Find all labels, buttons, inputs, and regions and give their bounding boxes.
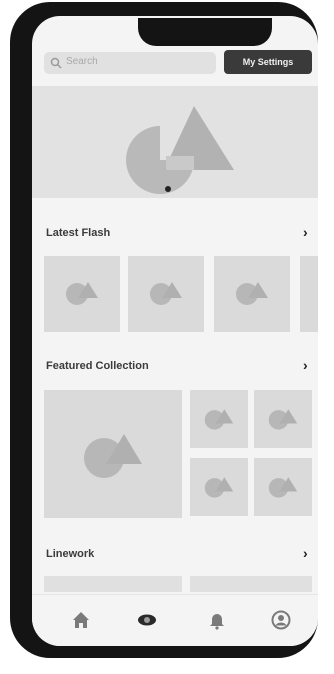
image-placeholder-icon xyxy=(126,106,234,194)
flash-tile-1[interactable] xyxy=(44,256,120,332)
my-settings-button[interactable]: My Settings xyxy=(224,50,312,74)
image-placeholder-icon xyxy=(268,409,298,430)
hero-banner[interactable] xyxy=(32,86,318,198)
image-placeholder-icon xyxy=(204,409,234,430)
home-icon[interactable] xyxy=(70,609,92,631)
featured-tile-small-2[interactable] xyxy=(254,390,312,448)
flash-tile-3[interactable] xyxy=(214,256,290,332)
featured-tile-small-4[interactable] xyxy=(254,458,312,516)
featured-tile-large[interactable] xyxy=(44,390,182,518)
linework-tile-2[interactable] xyxy=(190,576,312,592)
flash-tile-4[interactable] xyxy=(300,256,318,332)
section-title-featured-collection: Featured Collection xyxy=(46,360,149,372)
image-placeholder-icon xyxy=(84,434,142,478)
image-placeholder-icon xyxy=(150,282,182,305)
phone-notch xyxy=(138,18,272,46)
image-placeholder-icon xyxy=(66,282,98,305)
featured-collection-chevron-icon[interactable]: › xyxy=(303,357,308,373)
linework-tile-1[interactable] xyxy=(44,576,182,592)
profile-icon[interactable] xyxy=(270,609,292,631)
flash-tile-2[interactable] xyxy=(128,256,204,332)
app-screen: Search My Settings Latest Flash › Featur… xyxy=(32,16,318,646)
image-placeholder-icon xyxy=(204,477,234,498)
image-placeholder-icon xyxy=(268,477,298,498)
section-title-linework: Linework xyxy=(46,548,95,560)
section-title-latest-flash: Latest Flash xyxy=(46,227,111,239)
search-placeholder: Search xyxy=(66,56,98,67)
search-icon xyxy=(50,57,62,69)
bottom-tab-bar xyxy=(32,594,318,646)
eye-icon[interactable] xyxy=(136,609,158,631)
linework-chevron-icon[interactable]: › xyxy=(303,545,308,561)
phone-frame: Search My Settings Latest Flash › Featur… xyxy=(10,2,318,658)
featured-tile-small-3[interactable] xyxy=(190,458,248,516)
latest-flash-chevron-icon[interactable]: › xyxy=(303,224,308,240)
search-input[interactable]: Search xyxy=(44,52,216,74)
image-placeholder-icon xyxy=(236,282,268,305)
featured-tile-small-1[interactable] xyxy=(190,390,248,448)
bell-icon[interactable] xyxy=(206,609,228,631)
